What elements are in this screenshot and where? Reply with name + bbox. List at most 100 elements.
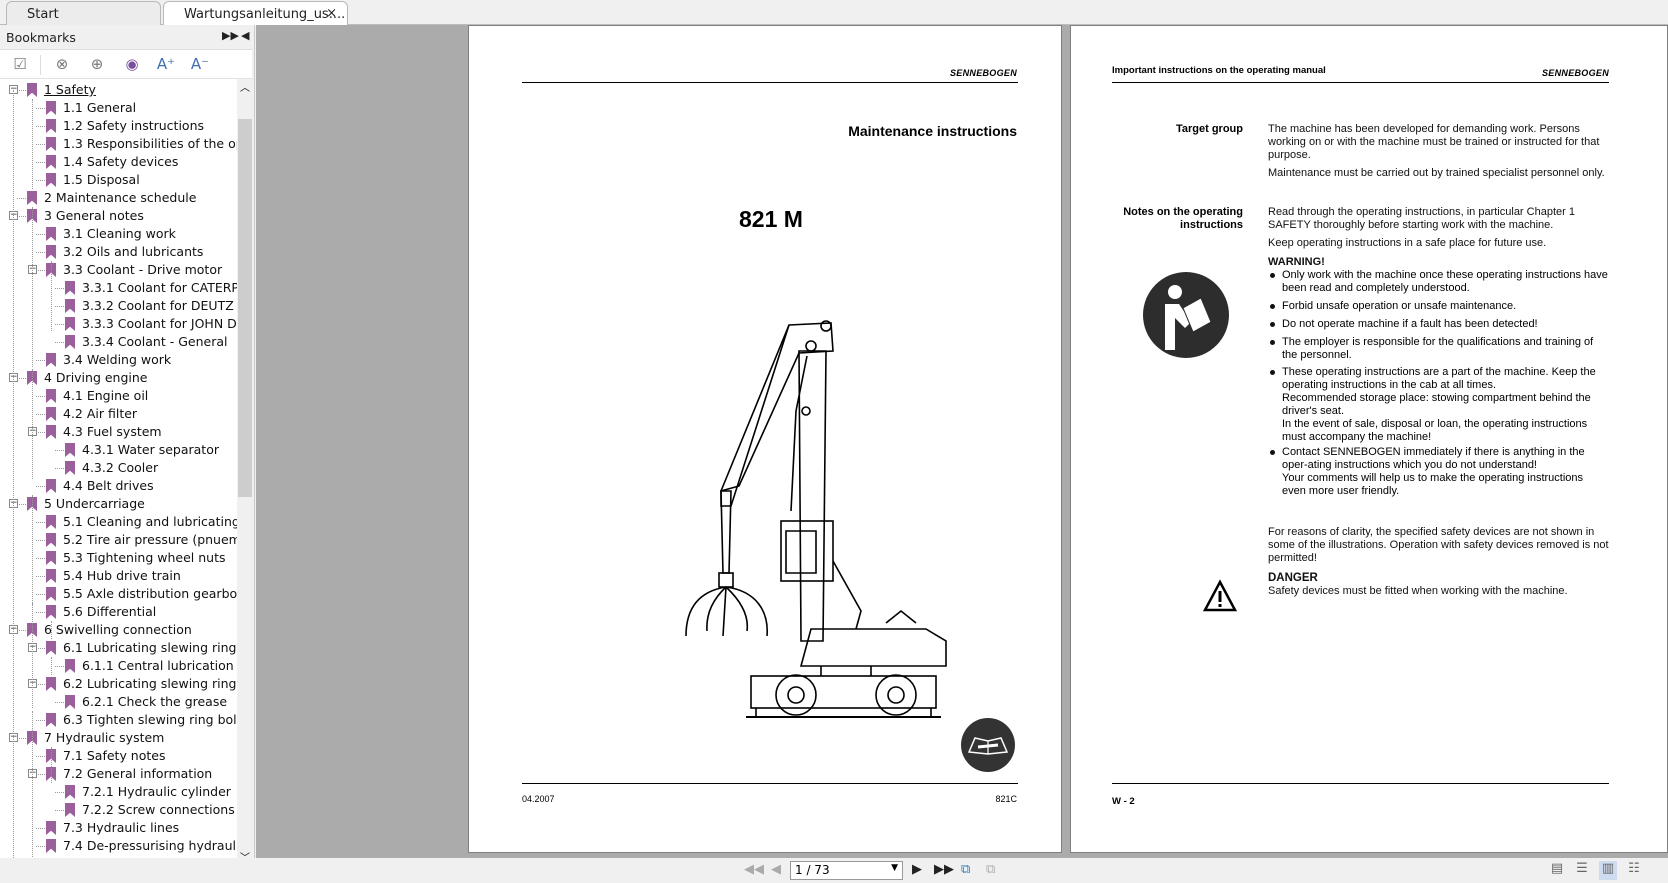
bookmark-item[interactable]: 5.6 Differential	[0, 603, 237, 621]
bookmark-item[interactable]: 4.4 Belt drives	[0, 477, 237, 495]
tree-connector	[36, 108, 45, 109]
bookmark-label: 4.4 Belt drives	[63, 478, 154, 493]
bookmark-item[interactable]: 4.3.2 Cooler	[0, 459, 237, 477]
expand-all-icon[interactable]: ☑	[9, 55, 31, 75]
single-page-view-icon[interactable]: ▤	[1548, 861, 1566, 880]
bookmark-item[interactable]: 1.2 Safety instructions	[0, 117, 237, 135]
bookmark-item[interactable]: 4.3.1 Water separator	[0, 441, 237, 459]
bookmark-item[interactable]: −3 General notes	[0, 207, 237, 225]
bookmark-item[interactable]: 1.1 General	[0, 99, 237, 117]
page-number-label: W - 2	[1112, 796, 1135, 807]
tab-bar: Start Wartungsanleitung_us.... ×	[0, 0, 1668, 26]
bookmark-label: 6 Swivelling connection	[44, 622, 192, 637]
bookmark-item[interactable]: 4.2 Air filter	[0, 405, 237, 423]
bookmark-item[interactable]: 3.3.2 Coolant for DEUTZ - D	[0, 297, 237, 315]
bookmark-label: 6.1.1 Central lubrication syst	[82, 658, 237, 673]
bookmark-item[interactable]: 1.3 Responsibilities of the opera	[0, 135, 237, 153]
bookmark-item[interactable]: −6.2 Lubricating slewing ring tee	[0, 675, 237, 693]
continuous-view-icon[interactable]: ☰	[1573, 861, 1591, 880]
bookmark-item[interactable]: 3.3.3 Coolant for JOHN DEE	[0, 315, 237, 333]
previous-page-icon[interactable]: ◀	[771, 862, 781, 877]
tree-connector	[36, 756, 45, 757]
bookmark-item[interactable]: 5.5 Axle distribution gearbox	[0, 585, 237, 603]
bookmark-item[interactable]: 3.2 Oils and lubricants	[0, 243, 237, 261]
bookmark-item[interactable]: 2 Maintenance schedule	[0, 189, 237, 207]
bookmark-item[interactable]: −4.3 Fuel system	[0, 423, 237, 441]
bookmark-item[interactable]: 6.2.1 Check the grease	[0, 693, 237, 711]
first-page-icon[interactable]: ◀◀	[744, 862, 764, 877]
bookmark-item[interactable]: 7.4 De-pressurising hydraulic sys	[0, 837, 237, 855]
increase-font-icon[interactable]: A⁺	[155, 55, 177, 75]
bookmark-item[interactable]: 1.4 Safety devices	[0, 153, 237, 171]
next-page-icon[interactable]: ▶	[912, 862, 922, 877]
bookmark-item[interactable]: −6 Swivelling connection	[0, 621, 237, 639]
bookmark-tree: −1 Safety 1.1 General 1.2 Safety instructi…	[0, 79, 237, 864]
tree-connector	[36, 774, 45, 775]
chevron-down-icon[interactable]: ▼	[891, 863, 898, 873]
keep-text: Keep operating instructions in a safe pl…	[1268, 237, 1547, 249]
bookmark-item[interactable]: 6.1.1 Central lubrication syst	[0, 657, 237, 675]
bookmark-item[interactable]: 5.2 Tire air pressure (pnuematic	[0, 531, 237, 549]
bookmark-item[interactable]: 3.4 Welding work	[0, 351, 237, 369]
vertical-scroll-thumb[interactable]	[238, 119, 252, 497]
bookmark-label: 5.6 Differential	[63, 604, 157, 619]
remove-bookmark-icon[interactable]: ⊗	[51, 55, 73, 75]
tree-connector	[36, 558, 45, 559]
bookmark-label: 5.2 Tire air pressure (pnuematic	[63, 532, 237, 547]
decrease-font-icon[interactable]: A⁻	[189, 55, 211, 75]
bookmark-icon	[65, 443, 75, 457]
bookmark-item[interactable]: 7.1 Safety notes	[0, 747, 237, 765]
bookmark-item[interactable]: −7 Hydraulic system	[0, 729, 237, 747]
bookmark-item[interactable]: −1 Safety	[0, 81, 237, 99]
bookmark-label: 4.3 Fuel system	[63, 424, 162, 439]
tab-document[interactable]: Wartungsanleitung_us.... ×	[163, 1, 348, 26]
maintenance-manual-icon	[961, 718, 1015, 772]
bookmark-item[interactable]: 5.1 Cleaning and lubricating	[0, 513, 237, 531]
last-page-icon[interactable]: ▶▶	[934, 862, 954, 877]
scroll-up-icon[interactable]: ︿	[240, 79, 250, 94]
bookmark-item[interactable]: 5.4 Hub drive train	[0, 567, 237, 585]
go-to-bookmark-icon[interactable]: ◉	[121, 55, 143, 75]
bookmark-label: 7.3 Hydraulic lines	[63, 820, 180, 835]
bookmark-label: 1 Safety	[44, 82, 96, 97]
bookmark-item[interactable]: −5 Undercarriage	[0, 495, 237, 513]
next-view-icon[interactable]: ⧉	[986, 862, 995, 877]
tree-guide-line	[51, 657, 52, 675]
bookmark-item[interactable]: 3.3.1 Coolant for CATERPILI	[0, 279, 237, 297]
bookmark-label: 3 General notes	[44, 208, 144, 223]
previous-view-icon[interactable]: ⧉	[961, 862, 970, 877]
bookmark-item[interactable]: 4.1 Engine oil	[0, 387, 237, 405]
bookmark-icon	[46, 389, 56, 403]
bookmark-icon	[46, 227, 56, 241]
bookmark-item[interactable]: 7.3 Hydraulic lines	[0, 819, 237, 837]
bookmark-item[interactable]: 3.3.4 Coolant - General	[0, 333, 237, 351]
add-bookmark-icon[interactable]: ⊕	[86, 55, 108, 75]
tree-connector	[36, 126, 45, 127]
bookmark-item[interactable]: 5.3 Tightening wheel nuts	[0, 549, 237, 567]
continuous-facing-view-icon[interactable]: ☷	[1625, 861, 1643, 880]
close-tab-icon[interactable]: ×	[326, 6, 337, 21]
bookmark-label: 6.2.1 Check the grease	[82, 694, 228, 709]
bookmark-label: 3.3.2 Coolant for DEUTZ - D	[82, 298, 237, 313]
bookmark-item[interactable]: 3.1 Cleaning work	[0, 225, 237, 243]
facing-view-icon[interactable]: ▥	[1599, 861, 1617, 880]
bookmark-item[interactable]: −3.3 Coolant - Drive motor	[0, 261, 237, 279]
danger-title: DANGER	[1268, 572, 1318, 584]
footer-date: 04.2007	[522, 794, 555, 804]
target-group-text: The machine has been developed for deman…	[1268, 123, 1600, 161]
collapse-panel-icon[interactable]: ◀	[241, 29, 249, 42]
bookmark-item[interactable]: 6.3 Tighten slewing ring bolts	[0, 711, 237, 729]
bookmark-item[interactable]: 1.5 Disposal	[0, 171, 237, 189]
expand-panel-icon[interactable]: ▶▶	[222, 29, 239, 42]
tab-start[interactable]: Start	[6, 1, 161, 25]
bookmark-label: 3.3.3 Coolant for JOHN DEE	[82, 316, 237, 331]
bookmark-icon	[27, 191, 37, 205]
bookmark-item[interactable]: −7.2 General information	[0, 765, 237, 783]
page-number-input[interactable]: 1 / 73 ▼	[790, 861, 903, 880]
bookmark-item[interactable]: −4 Driving engine	[0, 369, 237, 387]
warning-item: Forbid unsafe operation or unsafe mainte…	[1268, 300, 1608, 313]
bookmark-icon	[46, 155, 56, 169]
bookmark-item[interactable]: −6.1 Lubricating slewing ring pat	[0, 639, 237, 657]
bookmark-item[interactable]: 7.2.1 Hydraulic cylinder	[0, 783, 237, 801]
bookmark-item[interactable]: 7.2.2 Screw connections	[0, 801, 237, 819]
